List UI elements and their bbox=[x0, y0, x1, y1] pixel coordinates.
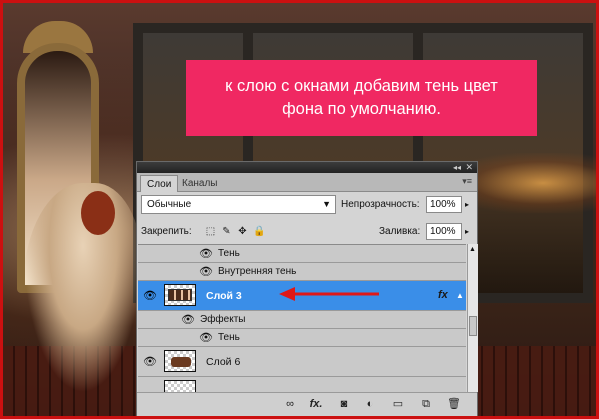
thumbnail-window-image bbox=[168, 289, 192, 301]
collapse-effects-icon[interactable]: ▲ bbox=[456, 291, 464, 300]
effect-row-shadow[interactable]: 👁 Тень bbox=[138, 245, 466, 263]
layers-list: 👁 Тень 👁 Внутренняя тень 👁 Слой 3 fx ▲ 👁… bbox=[138, 244, 466, 392]
layer-row[interactable]: 👁 Слой 6 bbox=[138, 347, 466, 377]
blend-mode-value: Обычные bbox=[147, 199, 192, 210]
layer-row-partial[interactable] bbox=[138, 377, 466, 392]
callout-line-2: фона по умолчанию. bbox=[282, 100, 441, 118]
panel-menu-icon[interactable]: ▾≡ bbox=[462, 176, 472, 187]
effect-label: Тень bbox=[218, 332, 240, 343]
annotation-arrow-icon bbox=[279, 287, 379, 301]
opacity-input[interactable]: 100% bbox=[426, 196, 462, 213]
collapse-panel-icon[interactable]: ◂◂ bbox=[453, 162, 461, 173]
instruction-callout: к слою с окнами добавим тень цвет фона п… bbox=[186, 60, 537, 136]
thumbnail-object-image bbox=[171, 357, 191, 367]
visibility-eye-icon[interactable]: 👁 bbox=[198, 266, 214, 278]
lock-fill-row: Закрепить: ⬚ ✎ ✥ 🔒 Заливка: 100% ▸ bbox=[141, 222, 471, 242]
visibility-eye-icon[interactable]: 👁 bbox=[198, 248, 214, 260]
adjustment-layer-icon[interactable]: ◐ bbox=[363, 397, 377, 411]
fill-slider-arrow-icon[interactable]: ▸ bbox=[462, 223, 472, 240]
link-layers-icon[interactable]: ∞ bbox=[283, 397, 297, 411]
visibility-eye-icon[interactable]: 👁 bbox=[198, 332, 214, 344]
visibility-eye-icon[interactable]: 👁 bbox=[142, 356, 158, 368]
woman-hair-image bbox=[81, 191, 115, 235]
lock-transparency-icon[interactable]: ⬚ bbox=[205, 226, 216, 237]
layers-scrollbar[interactable]: ▲ bbox=[467, 244, 478, 392]
lock-pixels-brush-icon[interactable]: ✎ bbox=[221, 226, 232, 237]
layer-thumbnail bbox=[164, 284, 196, 306]
tab-layers[interactable]: Слои bbox=[140, 175, 179, 192]
opacity-slider-arrow-icon[interactable]: ▸ bbox=[462, 196, 472, 213]
chevron-down-icon: ▼ bbox=[322, 199, 331, 209]
add-mask-icon[interactable]: ◙ bbox=[337, 397, 351, 411]
effect-row-shadow-2[interactable]: 👁 Тень bbox=[138, 329, 466, 347]
lock-label: Закрепить: bbox=[141, 226, 192, 237]
callout-line-1: к слою с окнами добавим тень цвет bbox=[225, 77, 498, 95]
scrollbar-thumb[interactable] bbox=[469, 316, 477, 336]
scroll-up-icon[interactable]: ▲ bbox=[469, 246, 476, 253]
visibility-eye-icon[interactable]: 👁 bbox=[180, 314, 196, 326]
tab-channels[interactable]: Каналы bbox=[176, 175, 224, 192]
fill-label: Заливка: bbox=[379, 226, 421, 237]
layer-name: Слой 3 bbox=[206, 290, 242, 302]
close-panel-icon[interactable]: ✕ bbox=[465, 162, 473, 173]
new-layer-icon[interactable]: ⧉ bbox=[419, 397, 433, 411]
effect-row-inner-shadow[interactable]: 👁 Внутренняя тень bbox=[138, 263, 466, 281]
lock-position-move-icon[interactable]: ✥ bbox=[237, 226, 248, 237]
effects-header-row[interactable]: 👁 Эффекты bbox=[138, 311, 466, 329]
add-style-fx-icon[interactable]: fx. bbox=[309, 397, 323, 411]
delete-trash-icon[interactable]: 🗑 bbox=[447, 397, 461, 411]
blend-mode-select[interactable]: Обычные ▼ bbox=[141, 195, 336, 214]
opacity-label: Непрозрачность: bbox=[341, 199, 420, 210]
layer-thumbnail bbox=[164, 380, 196, 392]
effect-label: Тень bbox=[218, 248, 240, 259]
fx-badge-icon[interactable]: fx bbox=[438, 289, 448, 301]
layer-thumbnail bbox=[164, 350, 196, 372]
fill-input[interactable]: 100% bbox=[426, 223, 462, 240]
background-artwork: к слою с окнами добавим тень цвет фона п… bbox=[0, 0, 599, 419]
effects-header-label: Эффекты bbox=[200, 314, 246, 325]
panel-titlebar: ◂◂ ✕ bbox=[137, 162, 477, 173]
effect-label: Внутренняя тень bbox=[218, 266, 297, 277]
visibility-eye-icon[interactable]: 👁 bbox=[142, 290, 158, 302]
layer-name: Слой 6 bbox=[206, 356, 241, 368]
blend-opacity-row: Обычные ▼ Непрозрачность: 100% ▸ bbox=[141, 195, 471, 215]
panel-tabs: Слои Каналы ▾≡ bbox=[137, 173, 477, 192]
panel-footer: ∞ fx. ◙ ◐ ▭ ⧉ 🗑 bbox=[137, 392, 477, 416]
lock-all-icon[interactable]: 🔒 bbox=[253, 226, 265, 237]
new-group-folder-icon[interactable]: ▭ bbox=[391, 397, 405, 411]
